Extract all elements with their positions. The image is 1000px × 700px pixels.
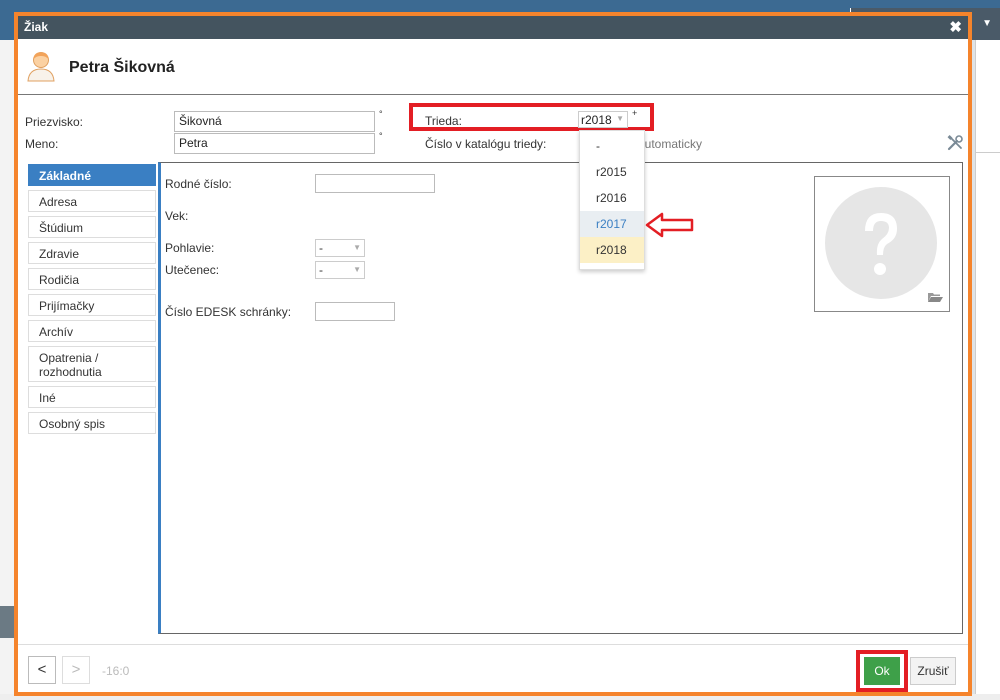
folder-open-icon[interactable] [927,291,943,303]
surname-input[interactable]: Šikovná [174,111,375,132]
cancel-button[interactable]: Zrušiť [910,657,956,685]
gender-select-value: - [319,241,323,255]
surname-label: Priezvisko: [25,115,84,129]
previous-button[interactable]: < [28,656,56,684]
refugee-select-value: - [319,263,323,277]
edesk-input[interactable] [315,302,395,321]
catalog-number-label: Číslo v katalógu triedy: [425,137,547,151]
class-select-value: r2018 [581,113,612,127]
tab-parents[interactable]: Rodičia [28,268,156,290]
class-option[interactable]: r2018 [580,237,644,263]
required-mark: ° [379,109,383,119]
app-background-panel [975,40,1000,700]
chevron-down-icon: ▼ [353,243,361,252]
birth-number-input[interactable] [315,174,435,193]
age-label: Vek: [165,209,189,223]
tab-admissions[interactable]: Prijímačky [28,294,156,316]
record-counter: -16:0 [102,664,130,678]
edesk-label: Číslo EDESK schránky: [165,305,292,319]
tools-icon[interactable] [946,134,964,152]
next-button[interactable]: > [62,656,90,684]
dialog-header: Petra Šikovná [18,39,968,95]
class-dropdown-list: - r2015 r2016 r2017 r2018 [579,130,645,270]
student-photo[interactable] [814,176,950,312]
dialog-title: Žiak [24,20,49,34]
birth-number-label: Rodné číslo: [165,177,232,191]
required-mark: ° [379,131,383,141]
refugee-select[interactable]: - ▼ [315,261,365,279]
student-avatar-icon [27,52,55,82]
ok-button[interactable]: Ok [864,657,900,685]
divider [975,152,1000,153]
app-left-block [0,606,14,638]
chevron-down-icon: ▼ [616,114,624,123]
app-left-edge [0,40,14,700]
catalog-number-value: automaticky [638,137,703,151]
class-label: Trieda: [425,114,462,128]
student-dialog: Žiak ✖ Petra Šikovná Priezvisko: Šikovná… [14,12,972,696]
student-name: Petra Šikovná [69,59,175,76]
footer-divider [18,644,968,645]
class-option[interactable]: r2016 [580,185,644,211]
gender-select[interactable]: - ▼ [315,239,365,257]
close-icon[interactable]: ✖ [949,18,962,36]
chevron-down-icon: ▼ [353,265,361,274]
refugee-label: Utečenec: [165,263,220,277]
class-option[interactable]: r2017 [580,211,644,237]
class-option[interactable]: - [580,133,644,159]
tab-address[interactable]: Adresa [28,190,156,212]
tab-personal-file[interactable]: Osobný spis [28,412,156,434]
tab-archive[interactable]: Archív [28,320,156,342]
tab-health[interactable]: Zdravie [28,242,156,264]
tab-other[interactable]: Iné [28,386,156,408]
tab-basic[interactable]: Základné [28,164,156,186]
dialog-titlebar[interactable]: Žiak ✖ [18,16,968,39]
gender-label: Pohlavie: [165,241,215,255]
name-label: Meno: [25,137,59,151]
tab-measures[interactable]: Opatrenia / rozhodnutia [28,346,156,382]
name-input[interactable]: Petra [174,133,375,154]
class-select[interactable]: r2018 ▼ [578,111,628,128]
left-arrow-icon [645,212,694,238]
class-option[interactable]: r2015 [580,159,644,185]
tab-study[interactable]: Štúdium [28,216,156,238]
caret-down-icon: ▼ [982,18,992,29]
add-class-icon[interactable]: + [632,108,637,118]
